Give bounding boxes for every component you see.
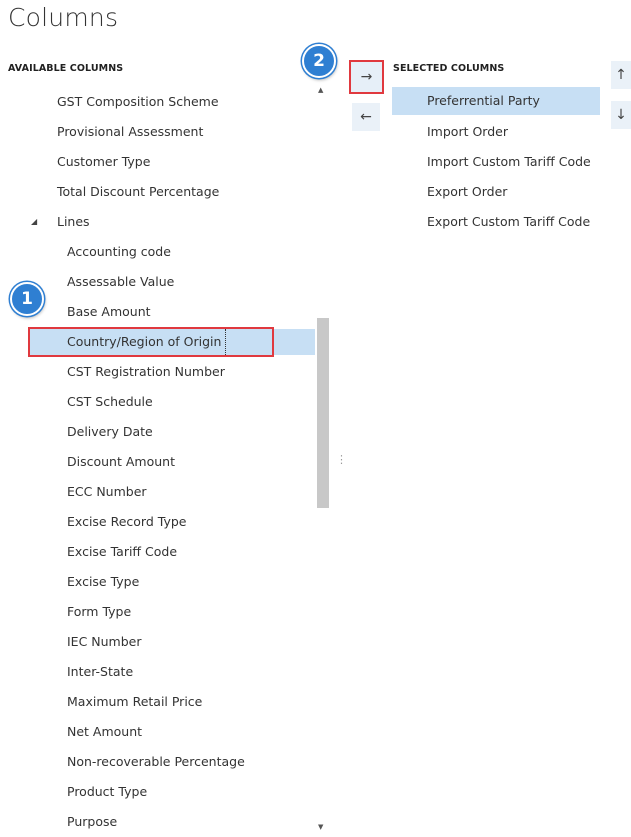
column-label: Preferrential Party [427,93,540,108]
available-column-item[interactable]: Provisional Assessment [0,117,316,147]
selected-column-item[interactable]: Preferrential Party [392,87,600,115]
group-row-lines[interactable]: ◢ Lines [0,207,316,237]
column-label: Customer Type [57,154,151,169]
selected-column-item[interactable]: Export Custom Tariff Code [392,207,600,237]
arrow-left-icon: ← [360,109,372,125]
column-label: Excise Type [67,574,140,589]
remove-column-button[interactable]: ← [352,103,380,131]
column-label: Inter-State [67,664,134,679]
column-label: Export Custom Tariff Code [427,214,591,229]
expand-collapse-icon[interactable]: ◢ [31,207,37,237]
add-column-button[interactable]: → [349,60,384,94]
available-column-item[interactable]: CST Schedule [0,387,316,417]
column-label: Export Order [427,184,508,199]
column-label: Import Custom Tariff Code [427,154,591,169]
available-column-item[interactable]: ECC Number [0,477,316,507]
column-label: IEC Number [67,634,142,649]
available-column-item[interactable]: Non-recoverable Percentage [0,747,316,777]
arrow-down-icon: ↓ [615,107,627,123]
available-column-item[interactable]: Discount Amount [0,447,316,477]
scroll-up-arrow-icon[interactable]: ▲ [318,86,323,94]
arrow-right-icon: → [360,69,373,85]
available-column-item[interactable]: Customer Type [0,147,316,177]
selected-columns-list: Preferrential Party Import Order Import Cu… [0,0,600,229]
callout-highlight-box [28,327,274,357]
column-label: Assessable Value [67,274,175,289]
selected-columns-header: SELECTED COLUMNS [393,63,505,74]
available-column-item[interactable]: Total Discount Percentage [0,177,316,207]
column-label: CST Registration Number [67,364,225,379]
available-column-item[interactable]: Product Type [0,777,316,807]
column-label: Net Amount [67,724,143,739]
available-columns-list: GST Composition Scheme Provisional Assess… [0,0,316,835]
column-label: Discount Amount [67,454,175,469]
column-label: CST Schedule [67,394,153,409]
column-label: Base Amount [67,304,151,319]
arrow-up-icon: ↑ [615,67,627,83]
selected-column-item[interactable]: Export Order [392,177,600,207]
available-column-item[interactable]: CST Registration Number [0,357,316,387]
column-label: Total Discount Percentage [57,184,220,199]
available-column-item[interactable]: Excise Type [0,567,316,597]
available-column-item[interactable]: Delivery Date [0,417,316,447]
column-label: Form Type [67,604,132,619]
available-column-item[interactable]: Accounting code [0,237,316,267]
available-column-item[interactable]: Excise Record Type [0,507,316,537]
column-label: Accounting code [67,244,171,259]
callout-badge-1: 1 [10,282,44,316]
callout-badge-2: 2 [302,44,336,78]
column-label: Excise Record Type [67,514,187,529]
available-column-item[interactable]: Excise Tariff Code [0,537,316,567]
available-column-item[interactable]: Net Amount [0,717,316,747]
available-column-item[interactable]: Inter-State [0,657,316,687]
column-label: Purpose [67,814,118,829]
available-column-item[interactable]: Purpose [0,807,316,837]
move-down-button[interactable]: ↓ [611,101,631,129]
selected-column-item[interactable]: Import Custom Tariff Code [392,147,600,177]
available-column-item[interactable]: Assessable Value [0,267,316,297]
panel-splitter-handle[interactable]: ⋮ [336,453,347,466]
column-label: Maximum Retail Price [67,694,203,709]
column-label: Excise Tariff Code [67,544,178,559]
selected-column-item[interactable]: Import Order [392,117,600,147]
available-column-item[interactable]: IEC Number [0,627,316,657]
scrollbar-thumb[interactable] [317,318,329,508]
column-label: Product Type [67,784,148,799]
column-label: ECC Number [67,484,147,499]
column-label: Non-recoverable Percentage [67,754,245,769]
column-label: Provisional Assessment [57,124,204,139]
column-label: GST Composition Scheme [57,94,219,109]
column-label: Delivery Date [67,424,153,439]
available-column-item[interactable]: Maximum Retail Price [0,687,316,717]
column-label: Lines [57,214,90,229]
available-column-item[interactable]: Form Type [0,597,316,627]
column-label: Import Order [427,124,508,139]
available-column-item[interactable]: Base Amount [0,297,316,327]
available-column-item[interactable]: GST Composition Scheme [0,87,316,117]
move-up-button[interactable]: ↑ [611,61,631,89]
scroll-down-arrow-icon[interactable]: ▼ [318,823,323,831]
